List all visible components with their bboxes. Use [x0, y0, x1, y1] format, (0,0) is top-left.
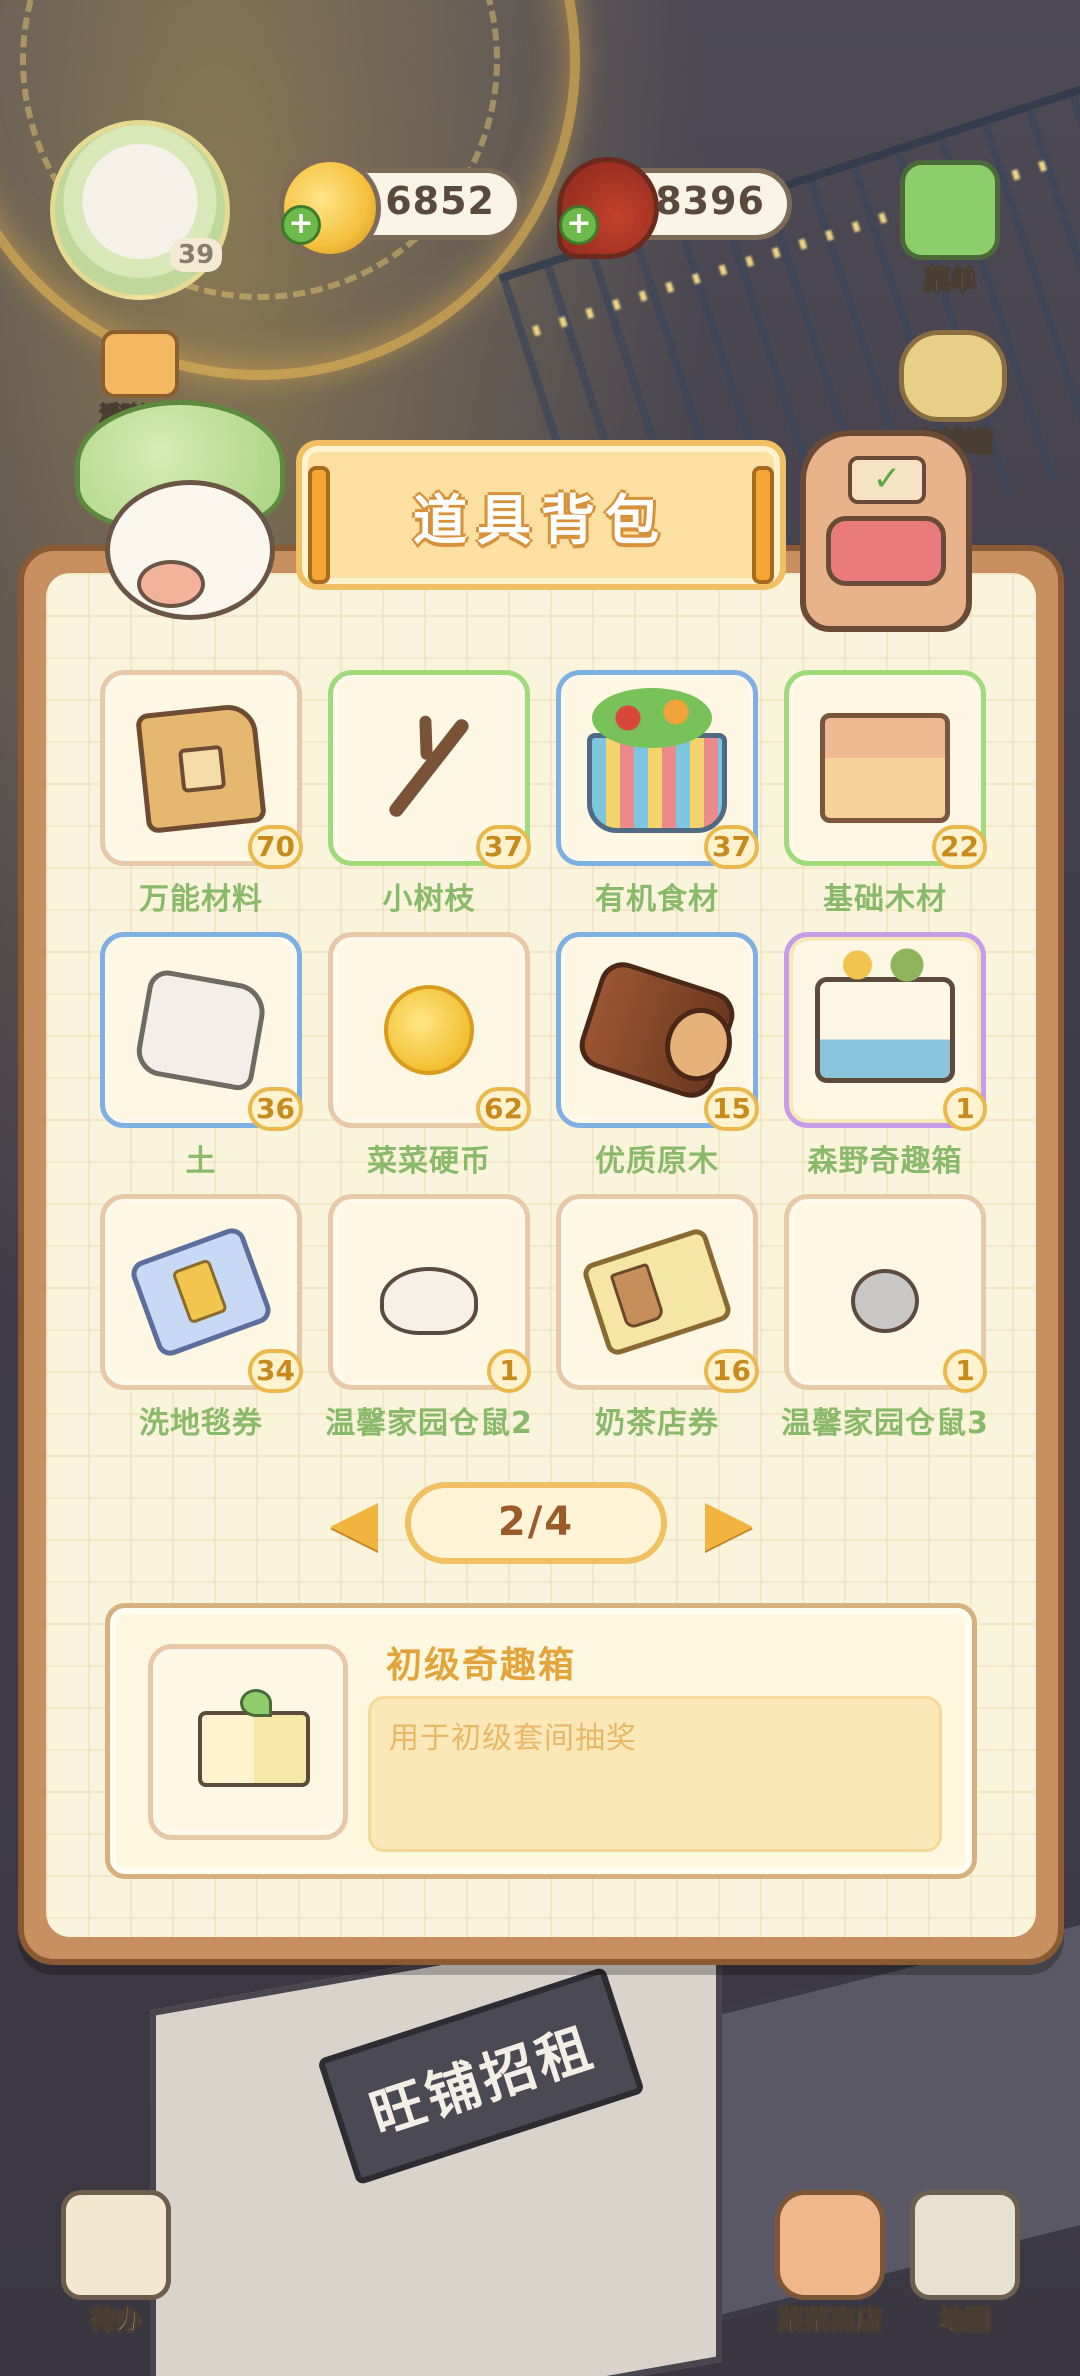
item-count: 16 [704, 1349, 759, 1393]
item-count: 36 [248, 1087, 303, 1131]
gold-value: 6852 [385, 179, 495, 223]
item-cell[interactable]: 15 优质原木 [556, 932, 759, 1194]
backpack-pocket [826, 516, 946, 586]
item-slot[interactable]: 37 [556, 670, 759, 869]
item-name: 奶茶店券 [595, 1406, 719, 1441]
item-name: 小树枝 [382, 882, 476, 917]
item-slot[interactable]: 70 [100, 670, 303, 869]
player-avatar[interactable] [50, 120, 230, 300]
item-slot[interactable]: 1 [328, 1194, 531, 1393]
detail-item-description: 用于初级套间抽奖 [389, 1721, 637, 1756]
milk-tea-ticket-icon [580, 1226, 734, 1358]
menu-button[interactable]: 菜单 [890, 160, 1010, 297]
level-badge: 39 [170, 238, 223, 272]
organic-food-basket-icon [587, 687, 727, 833]
map-button[interactable]: 地图 [905, 2190, 1025, 2337]
cabbage-mascot [75, 400, 285, 620]
item-name: 有机食材 [595, 882, 719, 917]
todo-button[interactable]: 待办 [56, 2190, 176, 2337]
item-cell[interactable]: 34 洗地毯券 [100, 1194, 303, 1456]
wood-plank-icon [820, 713, 950, 823]
item-name: 菜菜硬币 [367, 1144, 491, 1179]
item-cell[interactable]: 70 万能材料 [100, 670, 303, 932]
item-cell[interactable]: 37 有机食材 [556, 670, 759, 932]
add-gold-button[interactable]: + [281, 205, 321, 245]
hamster-gray-icon [851, 1269, 919, 1334]
item-slot[interactable]: 22 [784, 670, 987, 869]
detail-description-box: 用于初级套间抽奖 [368, 1696, 942, 1852]
carpet-ticket-icon [127, 1224, 275, 1360]
meat-value: 8396 [655, 179, 765, 223]
material-bag-icon [135, 702, 267, 834]
item-cell[interactable]: 16 奶茶店券 [556, 1194, 759, 1456]
shop-button[interactable]: 菜菜商店 [765, 2190, 895, 2337]
check-icon: ✓ [848, 456, 926, 504]
item-slot[interactable]: 16 [556, 1194, 759, 1393]
map-label: 地图 [938, 2306, 991, 2337]
menu-label: 菜单 [923, 266, 976, 297]
item-cell[interactable]: 1 温馨家园仓鼠2 [325, 1194, 532, 1456]
item-name: 优质原木 [595, 1144, 719, 1179]
item-grid: 70 万能材料 37 小树枝 37 有机食材 22 基础木材 36 土 62 菜… [100, 670, 990, 1441]
item-count: 1 [943, 1087, 987, 1131]
item-count: 1 [943, 1349, 987, 1393]
item-cell[interactable]: 1 森野奇趣箱 [784, 932, 987, 1194]
item-cell[interactable]: 37 小树枝 [328, 670, 531, 932]
item-count: 34 [248, 1349, 303, 1393]
item-slot[interactable]: 15 [556, 932, 759, 1131]
item-cell[interactable]: 36 土 [100, 932, 303, 1194]
tv-menu-icon [900, 160, 1000, 260]
twig-icon [386, 716, 472, 820]
item-name: 温馨家园仓鼠3 [781, 1406, 989, 1441]
shop-label: 菜菜商店 [777, 2306, 882, 2337]
title-banner: 道具背包 [296, 440, 786, 590]
forest-mystery-box-icon [815, 942, 955, 1083]
item-cell[interactable]: 1 温馨家园仓鼠3 [781, 1194, 988, 1456]
detail-item-name: 初级奇趣箱 [386, 1645, 577, 1686]
starter-mystery-box-icon [198, 1689, 310, 1787]
item-count: 37 [476, 825, 531, 869]
item-slot[interactable]: 1 [784, 932, 987, 1131]
item-slot[interactable]: 34 [100, 1194, 303, 1393]
item-cell[interactable]: 22 基础木材 [784, 670, 987, 932]
mascot-nose [137, 560, 205, 608]
item-count: 62 [476, 1087, 531, 1131]
meat-counter[interactable]: + 8396 [557, 157, 792, 259]
page-indicator: 2/4 [405, 1482, 667, 1564]
item-cell[interactable]: 62 菜菜硬币 [328, 932, 531, 1194]
item-name: 基础木材 [823, 882, 947, 917]
coin-icon [384, 985, 474, 1075]
item-slot[interactable]: 36 [100, 932, 303, 1131]
item-name: 土 [185, 1144, 217, 1179]
item-name: 洗地毯券 [139, 1406, 263, 1441]
item-slot[interactable]: 62 [328, 932, 531, 1131]
todo-label: 待办 [89, 2306, 142, 2337]
item-count: 37 [704, 825, 759, 869]
add-meat-button[interactable]: + [559, 205, 599, 245]
map-icon [910, 2190, 1020, 2300]
panel-title: 道具背包 [413, 488, 669, 552]
gold-counter[interactable]: + 6852 [279, 157, 522, 259]
shop-bag-icon [775, 2190, 885, 2300]
backpack-icon: ✓ [800, 430, 972, 632]
next-page-arrow-icon[interactable] [705, 1503, 753, 1551]
item-count: 22 [932, 825, 987, 869]
hamster-icon [380, 1267, 478, 1336]
activity-icon [101, 330, 179, 398]
piggy-bank-icon [899, 330, 1007, 422]
item-count: 70 [248, 825, 303, 869]
item-name: 万能材料 [139, 882, 263, 917]
item-name: 森野奇趣箱 [807, 1144, 963, 1179]
item-slot[interactable]: 1 [784, 1194, 987, 1393]
item-count: 1 [487, 1349, 531, 1393]
detail-item-slot [148, 1644, 348, 1840]
item-slot[interactable]: 37 [328, 670, 531, 869]
item-detail-panel: 初级奇趣箱 用于初级套间抽奖 [105, 1603, 977, 1879]
todo-list-icon [61, 2190, 171, 2300]
item-name: 温馨家园仓鼠2 [325, 1406, 533, 1441]
item-count: 15 [704, 1087, 759, 1131]
soil-icon [132, 967, 270, 1093]
previous-page-arrow-icon[interactable] [330, 1503, 378, 1551]
log-icon [573, 956, 741, 1104]
